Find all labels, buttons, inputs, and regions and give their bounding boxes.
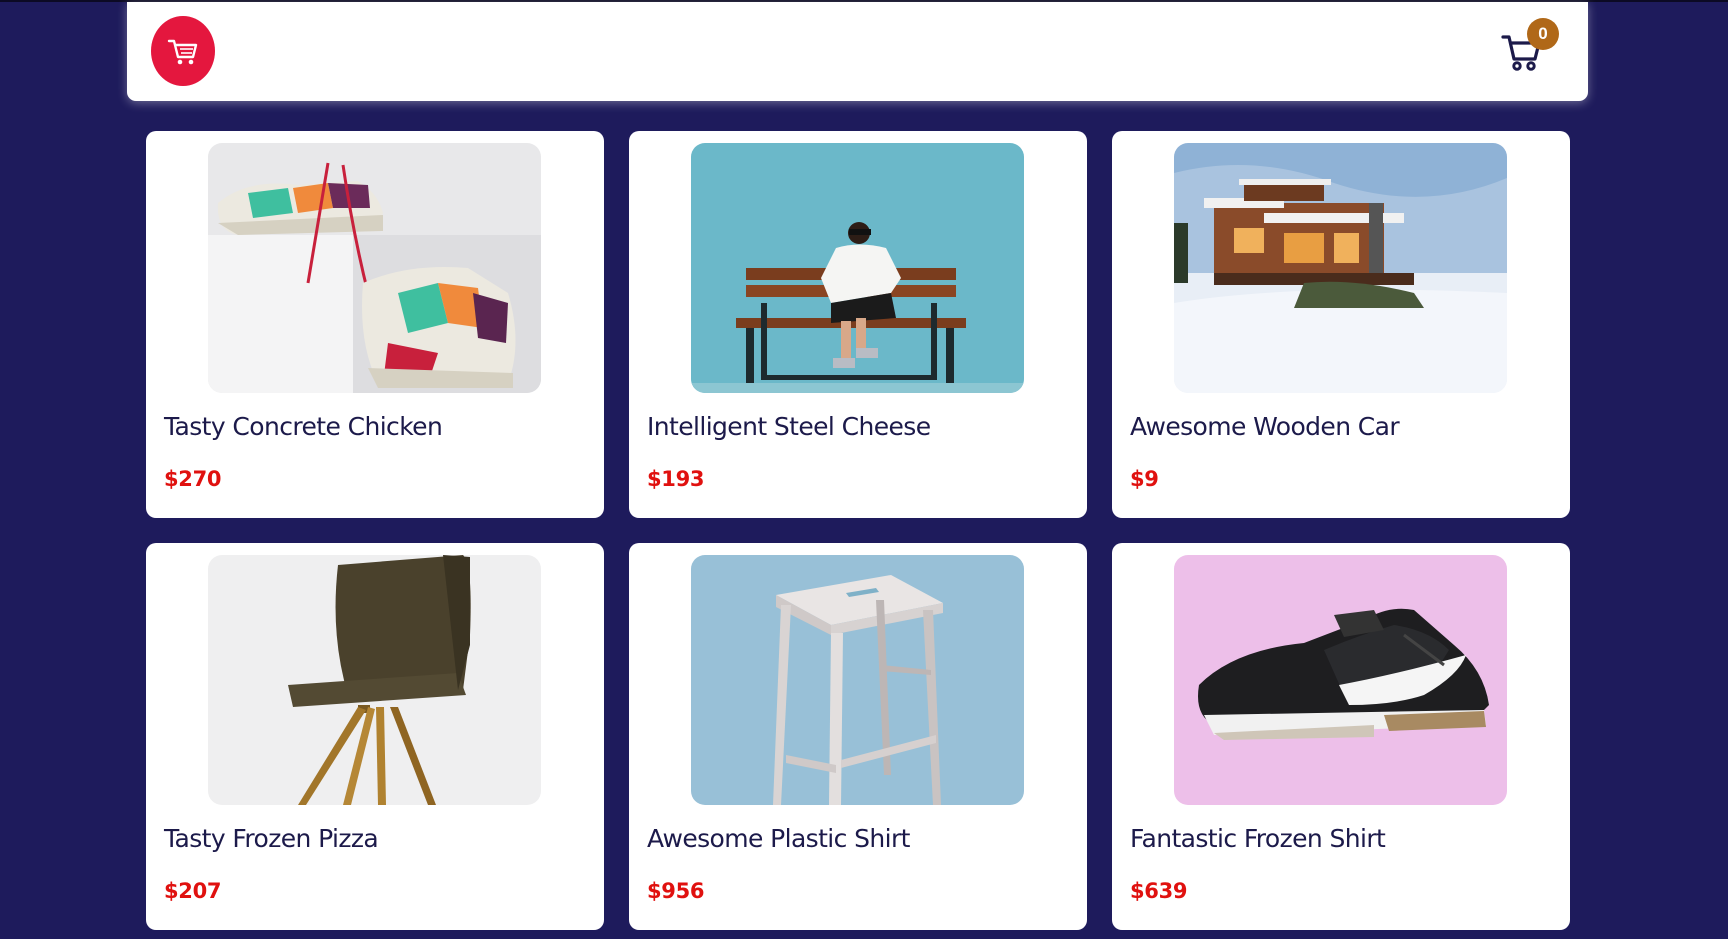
product-price: $9	[1130, 467, 1159, 491]
product-title[interactable]: Awesome Wooden Car	[1130, 412, 1400, 441]
product-title[interactable]: Tasty Concrete Chicken	[164, 412, 443, 441]
product-price: $207	[164, 879, 222, 903]
product-card[interactable]: Fantastic Frozen Shirt $639	[1112, 543, 1570, 930]
product-price: $639	[1130, 879, 1188, 903]
shopping-cart-logo-icon[interactable]	[151, 16, 215, 86]
chair-photo[interactable]	[208, 555, 541, 805]
site-header: 0	[127, 2, 1588, 101]
product-title[interactable]: Tasty Frozen Pizza	[164, 824, 379, 853]
black-sneaker-photo[interactable]	[1174, 555, 1507, 805]
cart-count-badge: 0	[1527, 18, 1559, 50]
product-grid: Tasty Concrete Chicken $270 Intelligent …	[146, 131, 1570, 930]
product-price: $270	[164, 467, 222, 491]
product-price: $956	[647, 879, 705, 903]
snowy-house-photo[interactable]	[1174, 143, 1507, 393]
product-title[interactable]: Fantastic Frozen Shirt	[1130, 824, 1386, 853]
product-card[interactable]: Tasty Frozen Pizza $207	[146, 543, 604, 930]
sneakers-photo[interactable]	[208, 143, 541, 393]
product-card[interactable]: Awesome Plastic Shirt $956	[629, 543, 1087, 930]
product-card[interactable]: Tasty Concrete Chicken $270	[146, 131, 604, 518]
product-title[interactable]: Awesome Plastic Shirt	[647, 824, 910, 853]
stool-photo[interactable]	[691, 555, 1024, 805]
product-title[interactable]: Intelligent Steel Cheese	[647, 412, 931, 441]
person-on-bench-photo[interactable]	[691, 143, 1024, 393]
product-card[interactable]: Intelligent Steel Cheese $193	[629, 131, 1087, 518]
product-card[interactable]: Awesome Wooden Car $9	[1112, 131, 1570, 518]
product-price: $193	[647, 467, 705, 491]
